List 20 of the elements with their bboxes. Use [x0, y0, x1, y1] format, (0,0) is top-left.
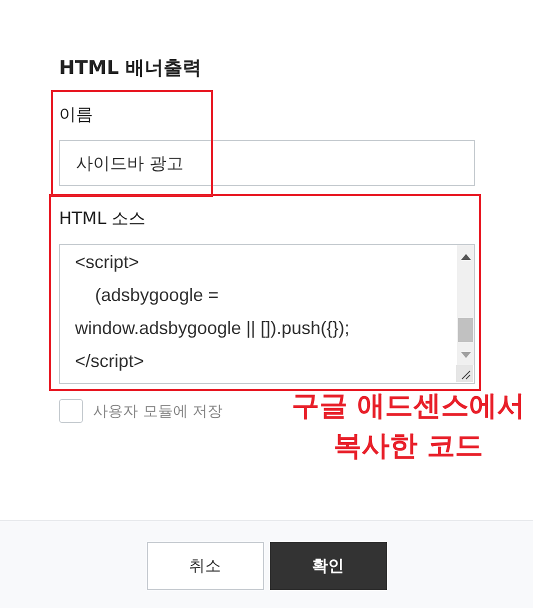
resize-grip-icon[interactable]	[456, 365, 473, 382]
scroll-down-icon[interactable]	[460, 352, 470, 358]
annotation-text: 구글 애드센스에서	[291, 388, 525, 424]
scrollbar[interactable]	[457, 245, 474, 365]
scroll-thumb[interactable]	[458, 318, 473, 342]
checkbox-label: 사용자 모듈에 저장	[93, 401, 223, 422]
code-line: window.adsbygoogle || []).push({});	[75, 317, 351, 340]
name-input-field[interactable]: 사이드바 광고	[59, 140, 475, 186]
checkbox[interactable]	[59, 399, 83, 423]
confirm-button[interactable]: 확인	[270, 542, 386, 590]
code-line: <script>	[75, 251, 140, 274]
field-label: 이름	[59, 104, 94, 127]
code-line: </script>	[75, 350, 146, 373]
code-field[interactable]: <script> (adsbygoogle = window.adsbygoogle || []).push({}); </script>	[59, 244, 475, 384]
scroll-up-icon[interactable]	[460, 254, 470, 260]
annotation-text: 복사한 코드	[333, 428, 483, 464]
field-label: HTML 소스	[59, 208, 147, 231]
code-line: (adsbygoogle =	[94, 284, 220, 307]
dialog-title: HTML 배너출력	[59, 56, 202, 81]
cancel-button[interactable]: 취소	[146, 542, 264, 590]
